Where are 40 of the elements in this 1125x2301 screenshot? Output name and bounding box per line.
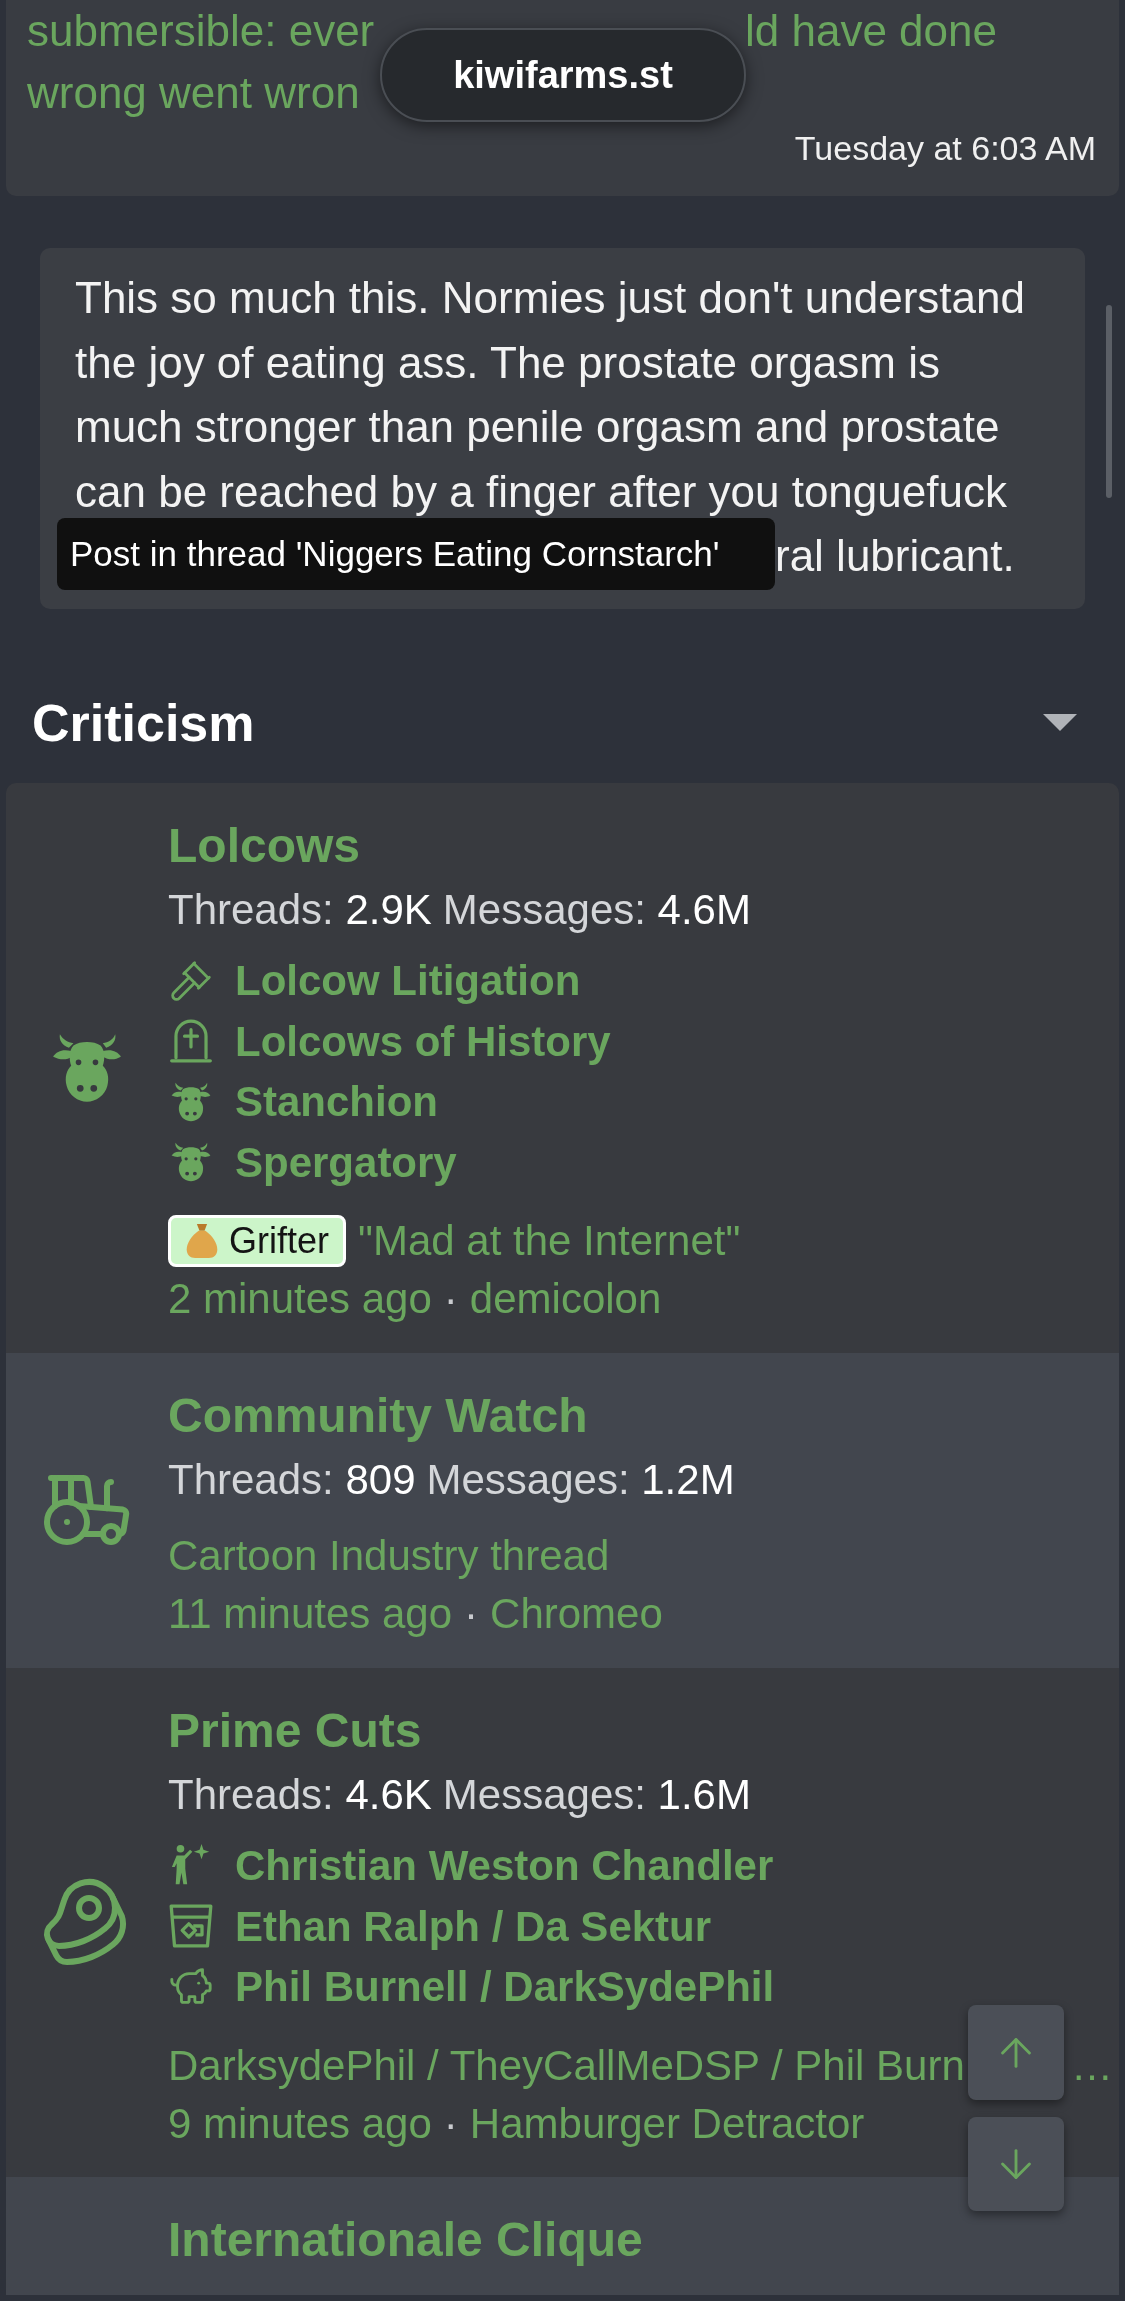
forum-stat: Threads: 2.9K xyxy=(168,884,432,935)
forum-stat: Messages: 1.6M xyxy=(442,1769,751,1820)
gavel-icon xyxy=(169,958,213,1003)
separator: · xyxy=(443,1274,458,1324)
subforum-link[interactable]: Lolcow Litigation xyxy=(168,950,581,1011)
forum-title[interactable]: Prime Cuts xyxy=(168,1700,422,1761)
forum-title[interactable]: Internationale Clique xyxy=(168,2210,643,2270)
scroll-down-button[interactable] xyxy=(968,2117,1064,2211)
cow-head-icon xyxy=(171,1081,211,1122)
thread-title-link[interactable]: ld have done xyxy=(745,6,997,55)
thread-title-link[interactable]: submersible: ever xyxy=(27,6,375,55)
subforum-link[interactable]: Christian Weston Chandler xyxy=(168,1835,774,1896)
truncation-ellipsis: … xyxy=(1071,2040,1113,2091)
forum-stat: Messages: 4.6M xyxy=(442,884,751,935)
forum-stat: Threads: 4.6K xyxy=(168,1769,432,1820)
money-bag-icon xyxy=(185,1223,219,1258)
thread-prefix[interactable]: Grifter xyxy=(168,1214,346,1267)
forum-title[interactable]: Lolcows xyxy=(168,815,361,876)
tombstone-icon xyxy=(169,1019,213,1064)
subforum-link[interactable]: Stanchion xyxy=(168,1071,438,1132)
cow-head-icon xyxy=(52,1032,122,1103)
category-title: Criticism xyxy=(32,692,255,753)
subforum-link[interactable]: Spergatory xyxy=(168,1132,457,1193)
scroll-up-button[interactable] xyxy=(968,2005,1064,2100)
subforum-link[interactable]: Lolcows of History xyxy=(168,1011,611,1072)
subforum-link[interactable]: Phil Burnell / DarkSydePhil xyxy=(168,1956,775,2017)
post-text-end: ral lubricant. xyxy=(775,531,1015,580)
caret-icon[interactable] xyxy=(1043,714,1077,731)
address-pill[interactable]: kiwifarms.st xyxy=(380,28,746,122)
forum-stat: Threads: 809 xyxy=(168,1454,416,1505)
separator: · xyxy=(464,1589,479,1639)
glass-icon xyxy=(169,1904,213,1949)
thread-title-link[interactable]: wrong went wron xyxy=(27,68,360,117)
post-date: Tuesday at 6:03 AM xyxy=(794,128,1096,169)
subforum-link[interactable]: Ethan Ralph / Da Sektur xyxy=(168,1896,712,1957)
forum-title[interactable]: Community Watch xyxy=(168,1385,588,1446)
cow-head-icon xyxy=(171,1142,211,1183)
tooltip: Post in thread 'Niggers Eating Cornstarch' xyxy=(57,518,775,590)
forum-stat: Messages: 1.2M xyxy=(426,1454,735,1505)
separator: · xyxy=(443,2098,458,2149)
